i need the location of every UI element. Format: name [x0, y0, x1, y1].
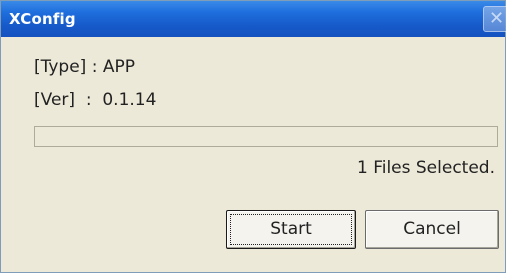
dialog-window: XConfig ✕ [Type] : APP [Ver] : 0.1.14 1 …	[0, 0, 506, 273]
cancel-button[interactable]: Cancel	[365, 210, 499, 249]
start-button[interactable]: Start	[226, 210, 356, 249]
title-bar[interactable]: XConfig ✕	[1, 1, 506, 37]
close-icon: ✕	[489, 8, 505, 29]
cancel-button-label: Cancel	[403, 219, 461, 239]
progress-bar	[34, 126, 498, 147]
window-title: XConfig	[9, 10, 76, 28]
start-button-label: Start	[270, 219, 312, 239]
files-selected-status: 1 Files Selected.	[356, 158, 495, 178]
version-label: [Ver] : 0.1.14	[34, 90, 157, 110]
close-button[interactable]: ✕	[483, 6, 506, 32]
type-label: [Type] : APP	[34, 57, 135, 77]
